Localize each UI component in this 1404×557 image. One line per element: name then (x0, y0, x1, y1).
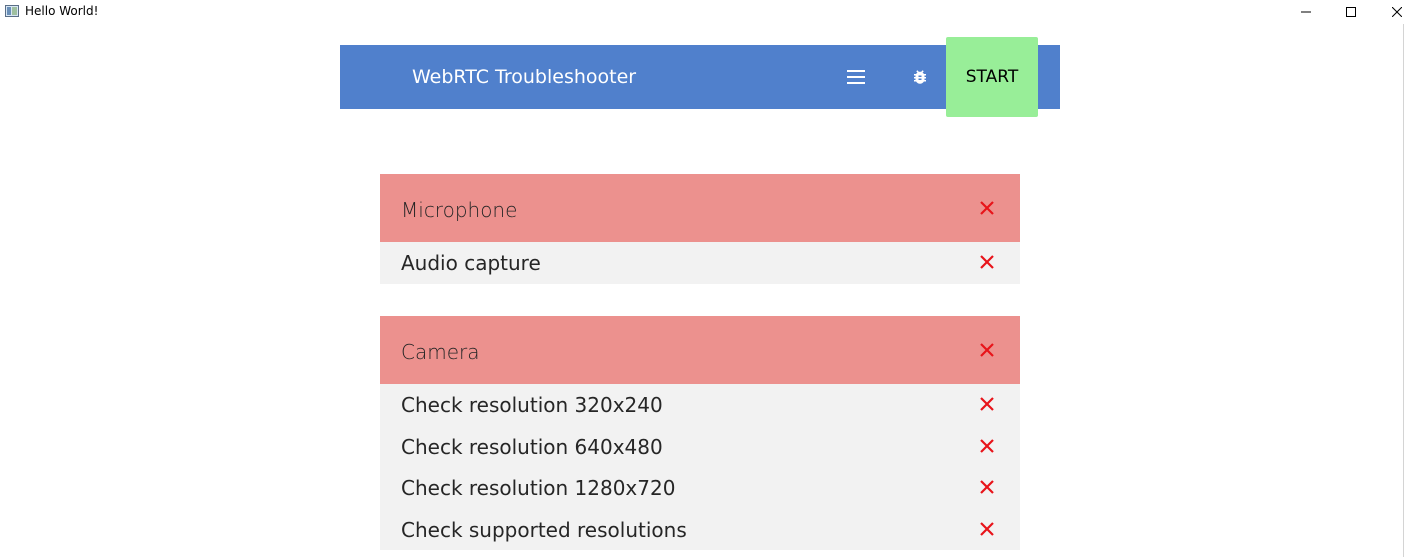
app-window: Hello World! WebRTC Troubleshooter START… (0, 0, 1404, 557)
failed-x-icon (980, 397, 994, 411)
test-row[interactable]: Check resolution 1280x720 (380, 467, 1020, 509)
bug-icon (914, 70, 926, 84)
close-icon (1392, 7, 1402, 17)
app-window-icon (5, 5, 19, 17)
window-title: Hello World! (25, 4, 99, 18)
close-window-button[interactable] (1374, 0, 1404, 24)
test-row[interactable]: Audio capture (380, 242, 1020, 284)
test-label: Check supported resolutions (401, 517, 687, 542)
microphone-panel: Microphone Audio capture (380, 174, 1020, 284)
panel-header-camera[interactable]: Camera (380, 316, 1020, 384)
start-button[interactable]: START (946, 37, 1038, 117)
test-label: Check resolution 1280x720 (401, 476, 676, 500)
app-header: WebRTC Troubleshooter START (340, 37, 1060, 117)
minimize-button[interactable] (1283, 0, 1329, 24)
panel-body-camera: Check resolution 320x240 Check resolutio… (380, 384, 1020, 550)
menu-icon (847, 70, 865, 84)
test-row[interactable]: Check resolution 640x480 (380, 426, 1020, 468)
app-title: WebRTC Troubleshooter (412, 66, 637, 88)
maximize-icon (1346, 7, 1356, 17)
panel-body-microphone: Audio capture (380, 242, 1020, 284)
camera-panel: Camera Check resolution 320x240 Check re… (380, 316, 1020, 550)
minimize-icon (1301, 11, 1311, 13)
test-label: Audio capture (401, 251, 541, 275)
bug-report-button[interactable] (908, 65, 932, 89)
menu-button[interactable] (844, 65, 868, 89)
panel-header-microphone[interactable]: Microphone (380, 174, 1020, 242)
failed-x-icon (980, 438, 994, 453)
failed-x-icon (980, 201, 994, 215)
test-label: Check resolution 640x480 (401, 434, 663, 459)
panel-title: Camera (401, 340, 480, 364)
test-row[interactable]: Check resolution 320x240 (380, 384, 1020, 426)
panel-title: Microphone (401, 198, 518, 222)
failed-x-icon (980, 480, 994, 494)
failed-x-icon (980, 521, 994, 536)
maximize-button[interactable] (1328, 0, 1374, 24)
test-row[interactable]: Check supported resolutions (380, 509, 1020, 551)
test-label: Check resolution 320x240 (401, 393, 663, 417)
failed-x-icon (980, 343, 994, 357)
window-titlebar[interactable]: Hello World! (0, 0, 1404, 24)
failed-x-icon (980, 255, 994, 269)
